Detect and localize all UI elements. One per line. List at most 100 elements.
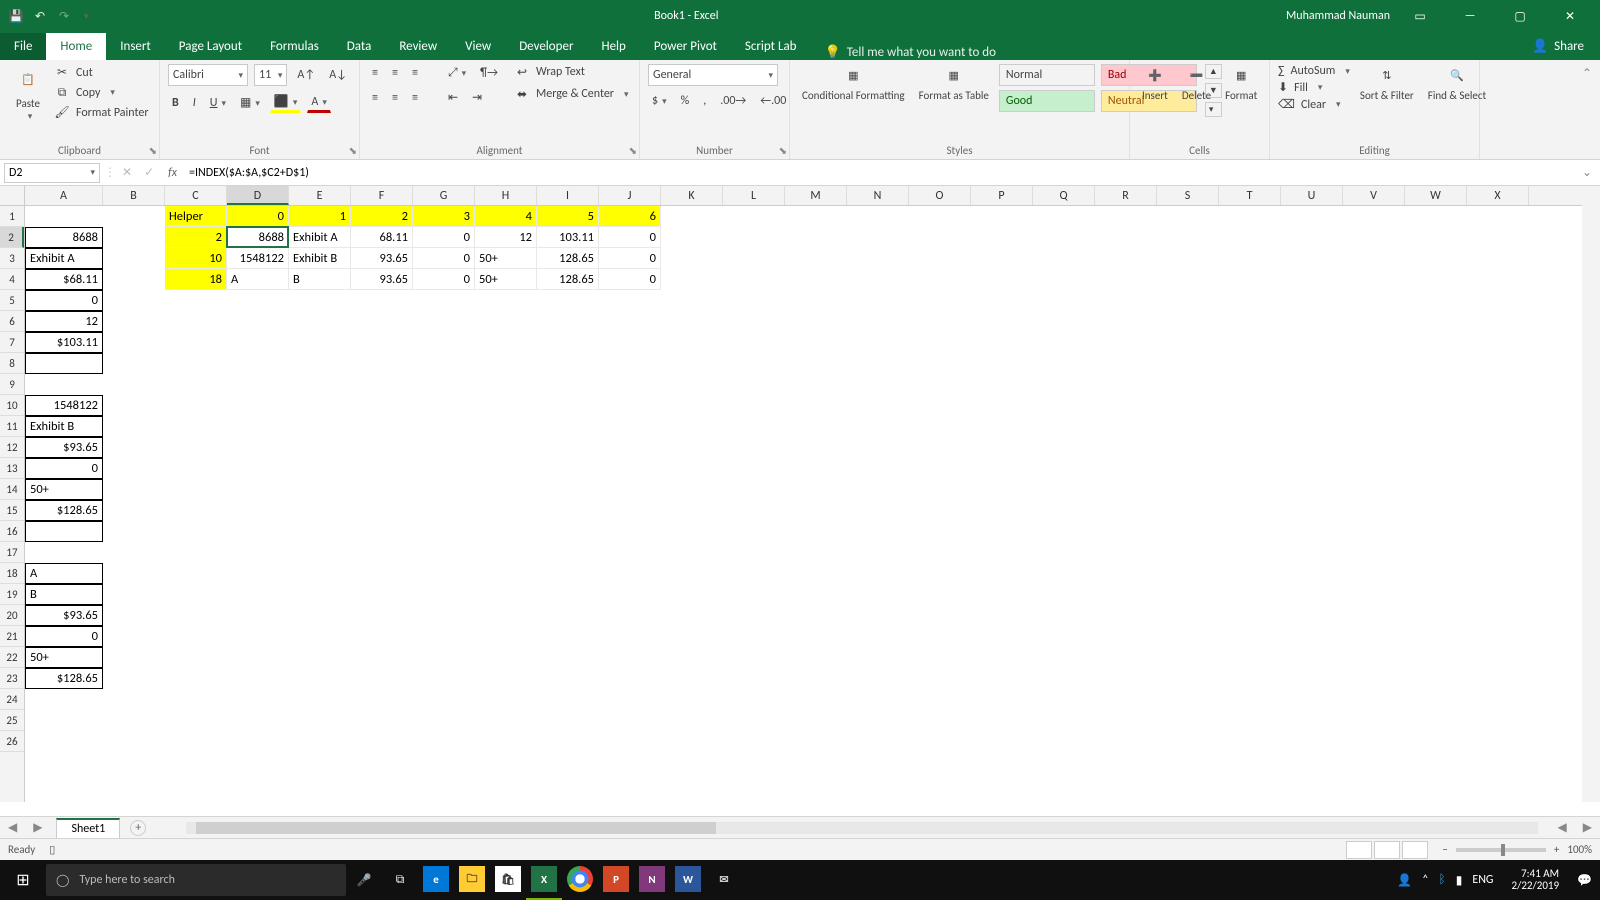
tab-review[interactable]: Review [385, 33, 451, 60]
tab-file[interactable]: File [0, 33, 46, 60]
taskbar-excel-icon[interactable]: X [526, 860, 562, 900]
row-header-7[interactable]: 7 [0, 332, 24, 353]
row-header-13[interactable]: 13 [0, 458, 24, 479]
cells-area[interactable]: Helper0123456868828688Exhibit A68.110121… [25, 206, 1582, 802]
find-select-button[interactable]: 🔍Find & Select [1424, 64, 1490, 102]
row-header-16[interactable]: 16 [0, 521, 24, 542]
align-center-icon[interactable]: ≡ [388, 89, 402, 107]
macro-record-icon[interactable]: ▯ [49, 843, 55, 856]
col-header-A[interactable]: A [25, 186, 103, 205]
cut-button[interactable]: ✂Cut [54, 65, 149, 81]
cell-H3[interactable]: 50+ [475, 248, 537, 269]
row-header-25[interactable]: 25 [0, 710, 24, 731]
cell-G4[interactable]: 0 [413, 269, 475, 290]
zoom-level[interactable]: 100% [1567, 843, 1592, 856]
cell-A19[interactable]: B [25, 584, 103, 605]
cell-A12[interactable]: $93.65 [25, 437, 103, 458]
cell-A5[interactable]: 0 [25, 290, 103, 311]
sort-filter-button[interactable]: ⇅Sort & Filter [1356, 64, 1418, 102]
cell-C3[interactable]: 10 [165, 248, 227, 269]
cell-I3[interactable]: 128.65 [537, 248, 599, 269]
cell-F4[interactable]: 93.65 [351, 269, 413, 290]
increase-indent-icon[interactable]: ⇥ [468, 88, 486, 107]
row-header-14[interactable]: 14 [0, 479, 24, 500]
cell-H4[interactable]: 50+ [475, 269, 537, 290]
col-header-B[interactable]: B [103, 186, 165, 205]
col-header-T[interactable]: T [1219, 186, 1281, 205]
delete-cells-button[interactable]: ➖Delete [1178, 64, 1215, 102]
align-bottom-icon[interactable]: ≡ [408, 64, 422, 82]
cell-H1[interactable]: 4 [475, 206, 537, 227]
cancel-formula-icon[interactable]: ✕ [116, 165, 138, 180]
col-header-U[interactable]: U [1281, 186, 1343, 205]
row-header-9[interactable]: 9 [0, 374, 24, 395]
row-header-6[interactable]: 6 [0, 311, 24, 332]
col-header-O[interactable]: O [909, 186, 971, 205]
cell-E2[interactable]: Exhibit A [289, 227, 351, 248]
cell-A14[interactable]: 50+ [25, 479, 103, 500]
select-all-corner[interactable] [0, 186, 25, 206]
tab-help[interactable]: Help [587, 33, 639, 60]
decrease-decimal-icon[interactable]: ←.00 [756, 92, 790, 110]
col-header-V[interactable]: V [1343, 186, 1405, 205]
column-headers[interactable]: ABCDEFGHIJKLMNOPQRSTUVWX [25, 186, 1582, 206]
cell-J4[interactable]: 0 [599, 269, 661, 290]
sheet-nav-prev-icon[interactable]: ◀ [0, 820, 25, 835]
col-header-P[interactable]: P [971, 186, 1033, 205]
cell-I2[interactable]: 103.11 [537, 227, 599, 248]
tab-data[interactable]: Data [333, 33, 386, 60]
row-header-12[interactable]: 12 [0, 437, 24, 458]
copy-button[interactable]: ⧉Copy▾ [54, 85, 149, 101]
col-header-R[interactable]: R [1095, 186, 1157, 205]
col-header-N[interactable]: N [847, 186, 909, 205]
sheet-tab-sheet1[interactable]: Sheet1 [56, 818, 120, 838]
number-dialog-launcher[interactable]: ⬊ [779, 144, 787, 157]
taskbar-explorer-icon[interactable]: 🗀 [454, 860, 490, 900]
cell-G3[interactable]: 0 [413, 248, 475, 269]
align-left-icon[interactable]: ≡ [368, 89, 382, 107]
cell-A4[interactable]: $68.11 [25, 269, 103, 290]
cell-style-good[interactable]: Good [999, 90, 1095, 112]
cell-E3[interactable]: Exhibit B [289, 248, 351, 269]
cell-A10[interactable]: 1548122 [25, 395, 103, 416]
underline-button[interactable]: U▾ [206, 94, 230, 112]
increase-font-icon[interactable]: A↑ [293, 66, 319, 84]
decrease-indent-icon[interactable]: ⇤ [444, 88, 462, 107]
cell-A3[interactable]: Exhibit A [25, 248, 103, 269]
taskbar-edge-icon[interactable]: e [418, 860, 454, 900]
cell-C1[interactable]: Helper [165, 206, 227, 227]
start-button[interactable]: ⊞ [0, 870, 46, 890]
task-view-icon[interactable]: ⧉ [382, 860, 418, 900]
worksheet[interactable]: ABCDEFGHIJKLMNOPQRSTUVWX 123456789101112… [0, 186, 1600, 816]
col-header-M[interactable]: M [785, 186, 847, 205]
row-header-21[interactable]: 21 [0, 626, 24, 647]
share-button[interactable]: 👤 Share [1516, 33, 1600, 60]
align-middle-icon[interactable]: ≡ [388, 64, 402, 82]
row-header-2[interactable]: 2 [0, 227, 24, 248]
view-page-break-icon[interactable] [1402, 841, 1428, 859]
ribbon-display-icon[interactable]: ▭ [1400, 9, 1440, 24]
tray-language[interactable]: ENG [1472, 873, 1493, 887]
cell-A2[interactable]: 8688 [25, 227, 103, 248]
accounting-format-icon[interactable]: $▾ [648, 92, 671, 110]
col-header-W[interactable]: W [1405, 186, 1467, 205]
cell-F2[interactable]: 68.11 [351, 227, 413, 248]
cell-I4[interactable]: 128.65 [537, 269, 599, 290]
tab-script-lab[interactable]: Script Lab [731, 33, 811, 60]
row-header-11[interactable]: 11 [0, 416, 24, 437]
tray-people-icon[interactable]: 👤 [1397, 873, 1412, 888]
cell-E1[interactable]: 1 [289, 206, 351, 227]
row-header-4[interactable]: 4 [0, 269, 24, 290]
cell-A21[interactable]: 0 [25, 626, 103, 647]
cell-E4[interactable]: B [289, 269, 351, 290]
col-header-K[interactable]: K [661, 186, 723, 205]
close-button[interactable]: ✕ [1550, 9, 1590, 24]
cell-A13[interactable]: 0 [25, 458, 103, 479]
col-header-E[interactable]: E [289, 186, 351, 205]
bold-button[interactable]: B [168, 94, 183, 112]
cell-A22[interactable]: 50+ [25, 647, 103, 668]
align-top-icon[interactable]: ≡ [368, 64, 382, 82]
decrease-font-icon[interactable]: A↓ [325, 66, 351, 84]
conditional-formatting-button[interactable]: ▦Conditional Formatting [798, 64, 909, 102]
collapse-ribbon-icon[interactable]: ⌃ [1582, 66, 1592, 81]
